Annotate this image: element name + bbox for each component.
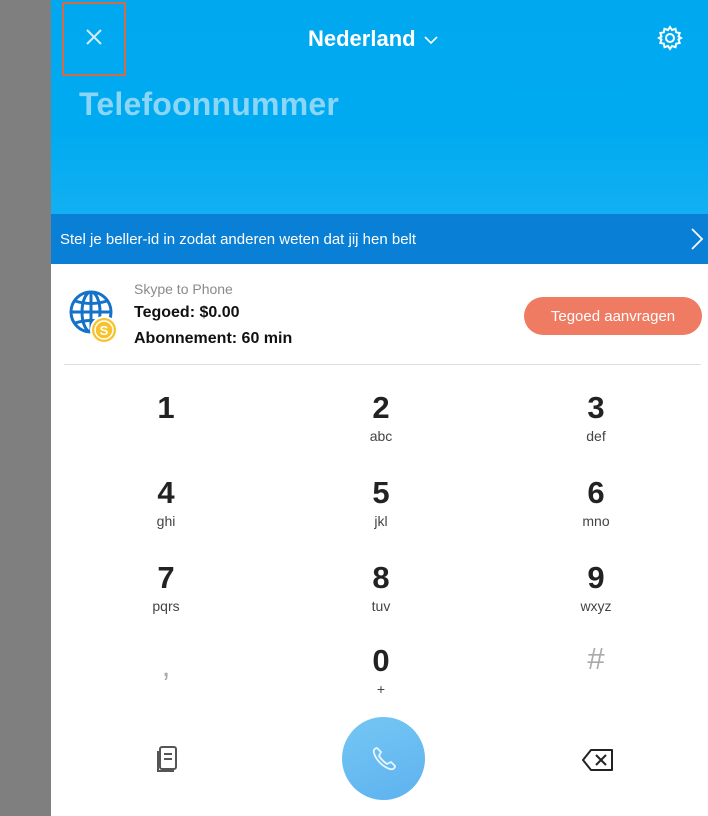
key-digit: 3 [587, 390, 605, 425]
key-5[interactable]: 5 jkl [321, 475, 441, 529]
contacts-icon[interactable] [156, 745, 180, 773]
key-7[interactable]: 7 pqrs [106, 560, 226, 614]
key-digit: 7 [157, 560, 175, 595]
country-selector[interactable]: Nederland [308, 24, 438, 54]
phone-icon [372, 746, 396, 770]
chevron-down-icon [424, 36, 438, 45]
key-letters: wxyz [580, 598, 612, 614]
key-digit: 1 [157, 390, 175, 425]
key-digit: 6 [587, 475, 605, 510]
key-3[interactable]: 3 def [536, 390, 656, 444]
backspace-icon[interactable] [581, 748, 615, 772]
background-window-strip [0, 0, 51, 816]
caller-id-text: Stel je beller-id in zodat anderen weten… [60, 230, 417, 248]
key-digit: 0 [372, 643, 390, 678]
key-letters: jkl [374, 513, 388, 529]
key-letters: ghi [156, 513, 176, 529]
key-letters: tuv [371, 598, 391, 614]
key-letters: + [376, 681, 386, 697]
globe-coin-icon: S [69, 290, 118, 344]
credit-section: S Skype to Phone Tegoed: $0.00 Abonnemen… [51, 264, 708, 364]
phone-number-input[interactable]: Telefoonnummer [79, 86, 339, 123]
key-letters: mno [582, 513, 610, 529]
dialpad-header: Nederland Telefoonnummer [51, 0, 708, 214]
divider [64, 364, 701, 365]
country-label: Nederland [308, 26, 416, 51]
key-digit: 5 [372, 475, 390, 510]
key-digit: 9 [587, 560, 605, 595]
gear-icon[interactable] [656, 24, 684, 52]
key-comma[interactable]: , [106, 648, 226, 686]
call-button[interactable] [342, 717, 425, 800]
key-letters: def [586, 428, 606, 444]
key-9[interactable]: 9 wxyz [536, 560, 656, 614]
dialpad-panel: Nederland Telefoonnummer Stel je beller-… [51, 0, 708, 816]
key-4[interactable]: 4 ghi [106, 475, 226, 529]
credit-balance: Tegoed: $0.00 [134, 304, 240, 321]
svg-text:S: S [100, 323, 109, 338]
key-digit: , [161, 648, 171, 683]
request-credit-button[interactable]: Tegoed aanvragen [524, 297, 702, 335]
key-2[interactable]: 2 abc [321, 390, 441, 444]
key-digit: # [587, 641, 605, 676]
key-1[interactable]: 1 [106, 390, 226, 428]
key-8[interactable]: 8 tuv [321, 560, 441, 614]
caller-id-banner[interactable]: Stel je beller-id in zodat anderen weten… [51, 214, 708, 264]
key-digit: 4 [157, 475, 175, 510]
key-digit: 2 [372, 390, 390, 425]
product-name: Skype to Phone [134, 281, 233, 297]
chevron-right-icon [691, 228, 704, 250]
subscription-minutes: Abonnement: 60 min [134, 330, 293, 347]
key-hash[interactable]: # [536, 641, 656, 679]
key-letters: abc [369, 428, 393, 444]
key-0[interactable]: 0 + [321, 643, 441, 697]
key-digit: 8 [372, 560, 390, 595]
key-6[interactable]: 6 mno [536, 475, 656, 529]
close-icon[interactable] [81, 24, 107, 50]
key-letters: pqrs [152, 598, 180, 614]
